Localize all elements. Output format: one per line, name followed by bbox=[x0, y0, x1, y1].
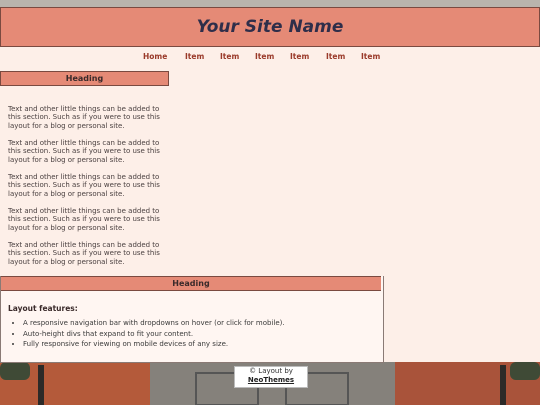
footer-link-neothemes[interactable]: NeoThemes bbox=[248, 376, 294, 384]
background-bush bbox=[510, 362, 540, 380]
features-title: Layout features: bbox=[8, 304, 78, 313]
footer-text: © Layout by bbox=[249, 367, 293, 375]
main-section: Heading Layout features: A responsive na… bbox=[0, 276, 384, 363]
nav-item-5[interactable]: Item bbox=[326, 52, 345, 61]
sidebar-paragraph: Text and other little things can be adde… bbox=[8, 241, 160, 266]
sidebar-paragraph: Text and other little things can be adde… bbox=[8, 139, 160, 164]
nav-item-2[interactable]: Item bbox=[220, 52, 239, 61]
nav-item-1[interactable]: Item bbox=[185, 52, 204, 61]
page-container: Your Site Name Home Item Item Item Item … bbox=[0, 7, 540, 363]
list-item: A responsive navigation bar with dropdow… bbox=[23, 319, 285, 327]
navigation-bar: Home Item Item Item Item Item Item bbox=[0, 52, 540, 66]
main-heading: Heading bbox=[1, 276, 381, 291]
list-item: Auto-height divs that expand to fit your… bbox=[23, 330, 285, 338]
sidebar-paragraph: Text and other little things can be adde… bbox=[8, 207, 160, 232]
sidebar-heading: Heading bbox=[0, 71, 169, 86]
list-item: Fully responsive for viewing on mobile d… bbox=[23, 340, 285, 348]
sidebar-section: Heading Text and other little things can… bbox=[0, 71, 169, 276]
sidebar-paragraph: Text and other little things can be adde… bbox=[8, 105, 160, 130]
site-header: Your Site Name bbox=[0, 7, 540, 47]
nav-item-home[interactable]: Home bbox=[143, 52, 167, 61]
nav-item-4[interactable]: Item bbox=[290, 52, 309, 61]
background-post bbox=[500, 365, 506, 405]
footer-credit: © Layout by NeoThemes bbox=[234, 366, 308, 388]
background-post bbox=[38, 365, 44, 405]
site-title[interactable]: Your Site Name bbox=[197, 17, 344, 37]
features-list: A responsive navigation bar with dropdow… bbox=[9, 319, 285, 351]
background-bush bbox=[0, 362, 30, 380]
nav-item-6[interactable]: Item bbox=[361, 52, 380, 61]
nav-item-3[interactable]: Item bbox=[255, 52, 274, 61]
sidebar-paragraph: Text and other little things can be adde… bbox=[8, 173, 160, 198]
